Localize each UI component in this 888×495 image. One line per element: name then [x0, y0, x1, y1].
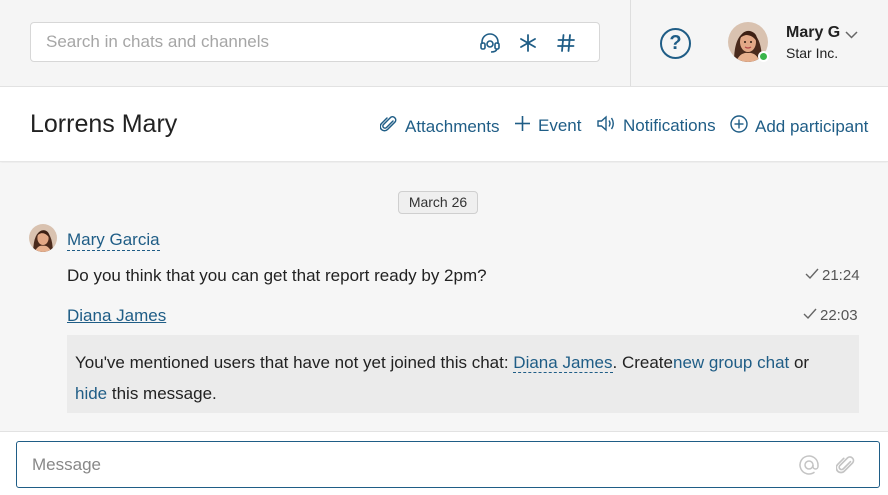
mention-link[interactable]: Diana James: [67, 306, 166, 326]
asterisk-icon[interactable]: [516, 31, 540, 55]
hash-icon[interactable]: [554, 31, 578, 55]
paperclip-icon[interactable]: [835, 454, 856, 481]
circle-plus-icon: [730, 115, 748, 138]
speaker-icon: [597, 115, 616, 137]
system-text: You've mentioned users that have not yet…: [75, 353, 514, 372]
event-label: Event: [538, 116, 582, 135]
add-participant-button[interactable]: Add participant: [730, 115, 868, 138]
system-message: You've mentioned users that have not yet…: [67, 335, 859, 413]
chevron-down-icon[interactable]: [845, 27, 858, 45]
message-composer[interactable]: [16, 441, 880, 488]
mention-time-label: 22:03: [820, 307, 858, 324]
paperclip-icon: [379, 115, 398, 138]
plus-icon: [514, 115, 531, 137]
search-input[interactable]: [31, 23, 471, 61]
support-icon[interactable]: [478, 31, 502, 55]
system-text: . Create: [612, 353, 673, 372]
attachments-button[interactable]: Attachments: [379, 115, 500, 138]
system-text: this message.: [107, 384, 217, 403]
message-time: 21:24: [805, 267, 860, 284]
add-participant-label: Add participant: [755, 116, 869, 136]
user-company: Star Inc.: [786, 45, 839, 61]
sender-name[interactable]: Mary Garcia: [67, 230, 160, 251]
check-icon: [805, 267, 819, 284]
attachments-label: Attachments: [405, 116, 500, 136]
new-group-chat-link[interactable]: new group chat: [673, 353, 789, 372]
message-time-label: 21:24: [822, 267, 860, 284]
hide-link[interactable]: hide: [75, 384, 107, 403]
mention-time: 22:03: [803, 307, 858, 324]
message-input[interactable]: [17, 442, 777, 487]
search-box[interactable]: [30, 22, 600, 62]
message-feed[interactable]: March 26 Mary Garcia Do you think that y…: [0, 163, 888, 431]
message-text: Do you think that you can get that repor…: [67, 266, 487, 285]
notifications-button[interactable]: Notifications: [597, 115, 716, 137]
divider: [630, 0, 631, 86]
help-button[interactable]: ?: [660, 28, 691, 59]
event-button[interactable]: Event: [514, 115, 581, 137]
top-bar: ? Mary G Star Inc.: [0, 0, 888, 87]
user-name[interactable]: Mary G: [786, 24, 840, 42]
sender-avatar[interactable]: [29, 224, 57, 252]
date-separator: March 26: [398, 191, 478, 214]
at-mention-icon[interactable]: [798, 454, 820, 481]
mentioned-user-link[interactable]: Diana James: [513, 353, 613, 373]
notifications-label: Notifications: [623, 116, 716, 135]
chat-title: Lorrens Mary: [30, 110, 178, 138]
chat-header: Lorrens Mary Attachments Event Notificat…: [0, 87, 888, 162]
online-status-dot: [758, 51, 769, 62]
check-icon: [803, 307, 817, 324]
system-text: or: [789, 353, 810, 372]
